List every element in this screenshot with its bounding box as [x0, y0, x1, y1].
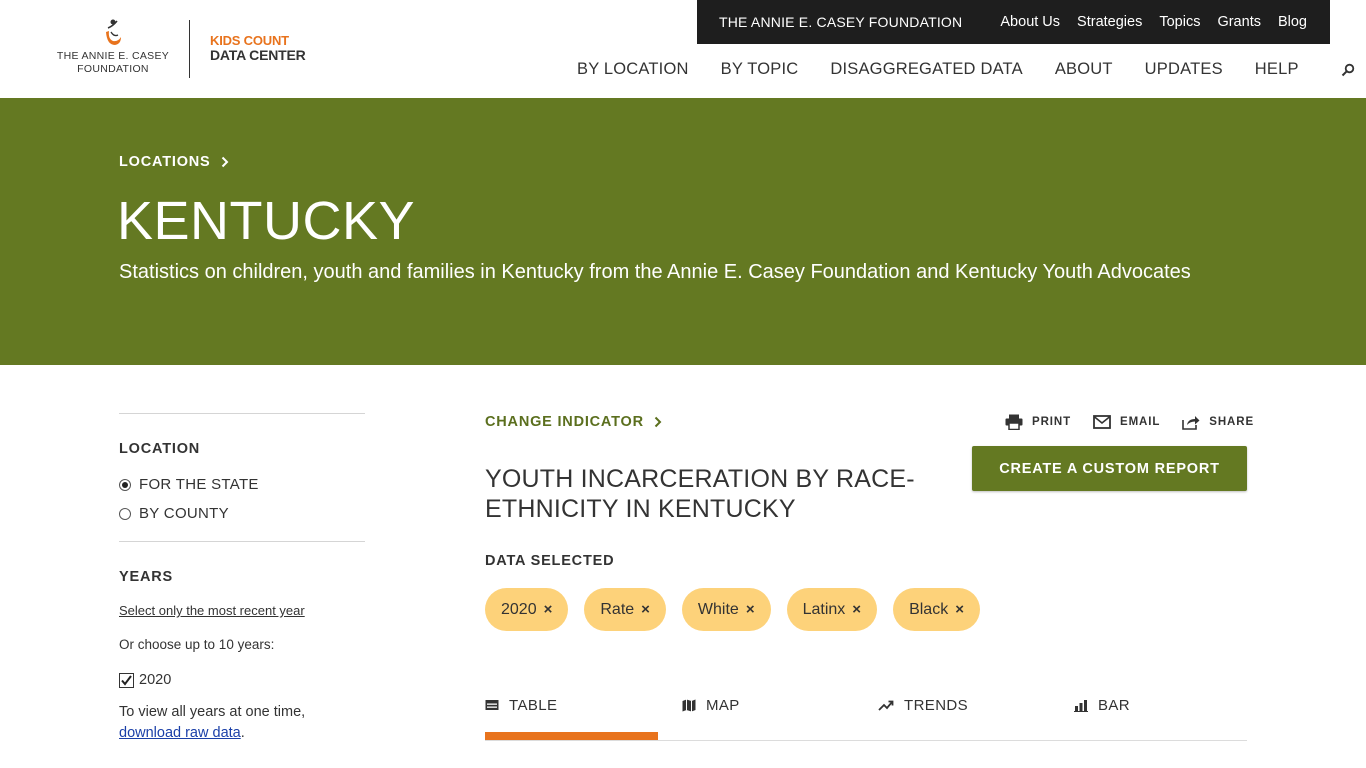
- download-raw-data-link[interactable]: download raw data: [119, 725, 241, 741]
- tab-label: TABLE: [509, 697, 558, 714]
- aecf-logo[interactable]: THE ANNIE E. CASEY FOUNDATION: [55, 18, 171, 76]
- data-center-text: DATA CENTER: [210, 47, 306, 63]
- chip-label: Rate: [600, 600, 635, 618]
- radio-label: BY COUNTY: [139, 505, 229, 522]
- email-icon: [1093, 415, 1111, 429]
- location-heading: LOCATION: [119, 441, 201, 457]
- chip-2020[interactable]: 2020 ×: [485, 588, 569, 631]
- selected-data-chips: 2020 × Rate × White × Latinx × Black ×: [485, 588, 980, 631]
- aecf-logo-line1: THE ANNIE E. CASEY: [56, 50, 170, 62]
- nav-updates[interactable]: UPDATES: [1145, 60, 1223, 79]
- main-nav: BY LOCATION BY TOPIC DISAGGREGATED DATA …: [577, 60, 1355, 79]
- email-button[interactable]: EMAIL: [1093, 415, 1160, 429]
- change-indicator-link[interactable]: CHANGE INDICATOR: [485, 414, 662, 430]
- nav-about[interactable]: ABOUT: [1055, 60, 1113, 79]
- table-icon: [485, 700, 499, 710]
- remove-chip-icon[interactable]: ×: [746, 601, 755, 618]
- checkbox-label: 2020: [139, 672, 172, 688]
- tab-label: MAP: [706, 697, 740, 714]
- radio-button-selected[interactable]: [119, 478, 131, 491]
- remove-chip-icon[interactable]: ×: [852, 601, 861, 618]
- checkbox-checked[interactable]: [119, 672, 134, 688]
- nav-help[interactable]: HELP: [1255, 60, 1299, 79]
- chevron-right-icon: [221, 156, 228, 168]
- filter-sidebar: LOCATION FOR THE STATE BY COUNTY YEARS S…: [119, 413, 365, 744]
- chip-label: Black: [909, 600, 949, 618]
- topbar-link-blog[interactable]: Blog: [1278, 14, 1307, 30]
- location-description: Statistics on children, youth and famili…: [119, 261, 1191, 283]
- radio-by-county[interactable]: BY COUNTY: [119, 505, 365, 522]
- chip-label: White: [697, 600, 739, 618]
- chip-black[interactable]: Black ×: [893, 588, 980, 631]
- topbar-link-topics[interactable]: Topics: [1159, 14, 1200, 30]
- chevron-right-icon: [654, 416, 662, 428]
- tab-label: BAR: [1098, 697, 1131, 714]
- breadcrumb-locations[interactable]: LOCATIONS: [119, 154, 211, 170]
- sidebar-divider: [119, 413, 365, 414]
- trend-line-icon: [878, 700, 894, 711]
- radio-button[interactable]: [119, 507, 131, 520]
- kids-count-text: KIDS COUNT: [210, 33, 289, 48]
- nav-by-location[interactable]: BY LOCATION: [577, 60, 689, 79]
- select-recent-year-link[interactable]: Select only the most recent year: [119, 603, 365, 618]
- tab-label: TRENDS: [904, 697, 969, 714]
- years-heading: YEARS: [119, 569, 173, 585]
- aecf-figure-icon: [106, 19, 121, 45]
- share-icon: [1182, 416, 1200, 430]
- chip-latinx[interactable]: Latinx ×: [786, 588, 878, 631]
- change-indicator-label: CHANGE INDICATOR: [485, 414, 644, 430]
- tab-map[interactable]: MAP: [682, 690, 740, 740]
- nav-by-topic[interactable]: BY TOPIC: [721, 60, 799, 79]
- topbar-brand-link[interactable]: THE ANNIE E. CASEY FOUNDATION: [719, 14, 962, 30]
- share-label: SHARE: [1209, 416, 1255, 428]
- breadcrumb[interactable]: LOCATIONS: [119, 154, 229, 170]
- location-hero: LOCATIONS KENTUCKY Statistics on childre…: [0, 98, 1366, 365]
- create-custom-report-button[interactable]: CREATE A CUSTOM REPORT: [972, 446, 1247, 491]
- tab-table[interactable]: TABLE: [485, 690, 659, 740]
- page-title-location: KENTUCKY: [117, 191, 416, 251]
- remove-chip-icon[interactable]: ×: [544, 601, 553, 618]
- year-checkbox-2020[interactable]: 2020: [119, 672, 365, 688]
- share-button[interactable]: SHARE: [1182, 414, 1254, 430]
- radio-label: FOR THE STATE: [139, 476, 259, 493]
- topbar-links: About Us Strategies Topics Grants Blog: [1000, 14, 1307, 30]
- chip-rate[interactable]: Rate ×: [584, 588, 666, 631]
- view-tabs: TABLE MAP TRENDS BAR: [485, 690, 1247, 741]
- tab-bar[interactable]: BAR: [1074, 690, 1130, 740]
- check-icon: [121, 674, 132, 686]
- choose-years-text: Or choose up to 10 years:: [119, 637, 275, 652]
- radio-for-the-state[interactable]: FOR THE STATE: [119, 476, 365, 493]
- email-label: EMAIL: [1120, 416, 1161, 428]
- print-button[interactable]: PRINT: [1005, 414, 1071, 430]
- chip-white[interactable]: White ×: [681, 588, 771, 631]
- remove-chip-icon[interactable]: ×: [955, 601, 964, 618]
- topbar-link-grants[interactable]: Grants: [1217, 14, 1261, 30]
- aecf-logo-line2: FOUNDATION: [77, 63, 149, 75]
- print-label: PRINT: [1032, 416, 1071, 428]
- sidebar-divider: [119, 541, 365, 542]
- logo-divider: [189, 20, 190, 78]
- raw-data-note: To view all years at one time, download …: [119, 702, 365, 744]
- foundation-topbar: THE ANNIE E. CASEY FOUNDATION About Us S…: [697, 0, 1330, 44]
- topbar-link-about-us[interactable]: About Us: [1000, 14, 1060, 30]
- remove-chip-icon[interactable]: ×: [641, 601, 650, 618]
- raw-data-note-text: To view all years at one time,: [119, 704, 306, 720]
- kids-count-logo[interactable]: KIDS COUNT DATA CENTER: [210, 34, 306, 63]
- tab-trends[interactable]: TRENDS: [878, 690, 968, 740]
- share-tools: PRINT EMAIL SHARE: [1005, 414, 1254, 430]
- data-selected-label: DATA SELECTED: [485, 553, 615, 569]
- search-icon[interactable]: [1341, 63, 1355, 77]
- raw-data-note-end: .: [240, 725, 245, 741]
- nav-disaggregated-data[interactable]: DISAGGREGATED DATA: [830, 60, 1022, 79]
- print-icon: [1005, 414, 1023, 430]
- indicator-title: YOUTH INCARCERATION BY RACE-ETHNICITY IN…: [485, 465, 915, 523]
- site-header: THE ANNIE E. CASEY FOUNDATION KIDS COUNT…: [0, 0, 1366, 98]
- map-icon: [682, 699, 696, 712]
- bar-chart-icon: [1074, 700, 1088, 712]
- chip-label: 2020: [501, 600, 537, 618]
- topbar-link-strategies[interactable]: Strategies: [1077, 14, 1142, 30]
- chip-label: Latinx: [802, 600, 846, 618]
